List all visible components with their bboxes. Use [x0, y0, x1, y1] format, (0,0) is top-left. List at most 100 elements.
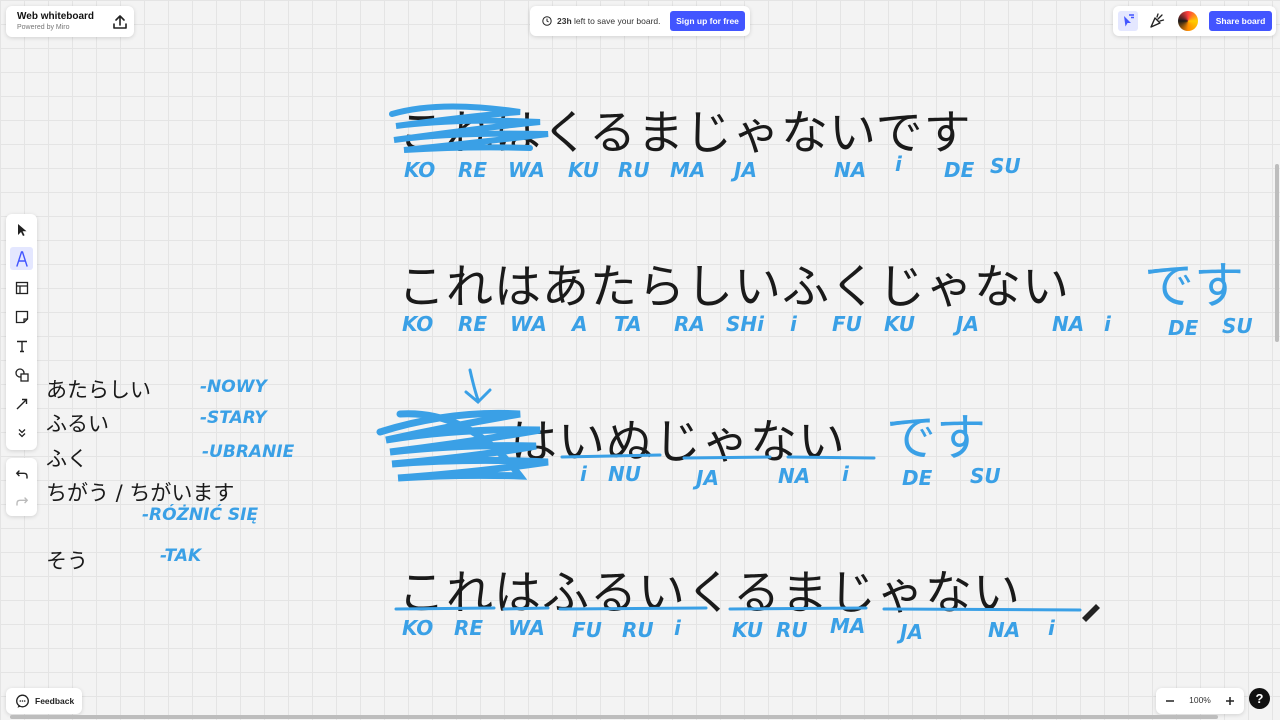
romaji-token: JA	[696, 466, 719, 490]
user-avatar[interactable]	[1178, 11, 1198, 31]
romaji-token: RU	[622, 618, 654, 642]
romaji-token: JA	[956, 312, 979, 336]
vocab-polish: -STARY	[200, 408, 267, 428]
party-popper-icon	[1150, 13, 1165, 28]
vocab-polish: -RÓŻNIĆ SIĘ	[142, 505, 259, 525]
board-info-panel: Web whiteboard Powered by Miro	[6, 6, 134, 37]
sticky-note-icon	[15, 310, 28, 323]
romaji-token: KU	[568, 158, 600, 182]
romaji-token: SHi	[726, 312, 764, 336]
romaji-token: TA	[614, 312, 642, 336]
zoom-level[interactable]: 100%	[1186, 695, 1214, 705]
romaji-token: i	[580, 462, 587, 486]
romaji-token: NA	[778, 464, 811, 488]
feedback-label: Feedback	[35, 696, 75, 706]
save-notice-message: left to save your board.	[574, 16, 661, 26]
zoom-in-icon[interactable]	[1224, 695, 1236, 707]
romaji-token: i	[790, 312, 797, 336]
redo-button[interactable]	[10, 489, 33, 512]
romaji-token: RE	[458, 158, 488, 182]
romaji-token: RE	[454, 616, 484, 640]
vocab-japanese: ふく	[46, 447, 88, 471]
undo-redo-panel	[6, 458, 37, 516]
vocab-japanese: あたらしい	[46, 378, 151, 402]
more-tools[interactable]	[10, 421, 33, 444]
pen-tool[interactable]	[10, 247, 33, 270]
sticky-note-tool[interactable]	[10, 305, 33, 328]
romaji-token: KO	[402, 616, 434, 640]
sentence-1-japanese: これはくるまじゃないです	[398, 106, 972, 161]
romaji-token: KU	[732, 618, 764, 642]
undo-button[interactable]	[10, 462, 33, 485]
left-toolbar	[6, 214, 37, 450]
romaji-token: i	[1104, 312, 1111, 336]
sentence-2-added-desu: です	[1144, 257, 1244, 315]
vocab-japanese: ちがう / ちがいます	[46, 481, 235, 505]
romaji-token: MA	[830, 614, 866, 638]
celebrate-button[interactable]	[1147, 11, 1167, 31]
clock-icon	[542, 16, 552, 26]
romaji-token: SU	[1222, 314, 1253, 338]
romaji-token: RA	[674, 312, 705, 336]
romaji-token: KO	[404, 158, 436, 182]
romaji-token: JA	[734, 158, 757, 182]
romaji-token: i	[674, 616, 681, 640]
vocab-polish: -TAK	[160, 546, 202, 566]
arrow-line-icon	[16, 398, 27, 409]
zoom-panel: 100%	[1156, 688, 1244, 714]
arrow-cursor-icon	[17, 223, 26, 236]
layout-icon	[15, 281, 28, 294]
vocab-japanese: そう	[46, 549, 88, 573]
romaji-token: RU	[618, 158, 650, 182]
romaji-token: RU	[776, 618, 808, 642]
vocab-polish: -NOWY	[200, 377, 267, 397]
zoom-out-icon[interactable]	[1164, 695, 1176, 707]
vertical-scrollbar[interactable]	[1275, 164, 1279, 342]
chevron-double-down-icon	[18, 428, 25, 437]
sentence-3-added-desu: です	[886, 409, 986, 467]
redo-icon	[15, 496, 28, 506]
top-right-panel: Share board	[1113, 6, 1276, 36]
shapes-icon	[14, 367, 29, 382]
romaji-token: DE	[902, 466, 933, 490]
vocab-japanese: ふるい	[46, 412, 109, 436]
romaji-token: DE	[1168, 316, 1199, 340]
romaji-token: i	[895, 152, 902, 176]
romaji-token: MA	[670, 158, 706, 182]
help-button[interactable]: ?	[1249, 688, 1270, 709]
feedback-button[interactable]: Feedback	[6, 688, 82, 714]
board-title[interactable]: Web whiteboard	[17, 11, 94, 22]
collaboration-pointer-button[interactable]	[1118, 11, 1138, 31]
upload-icon	[113, 15, 127, 29]
romaji-token: WA	[510, 312, 547, 336]
undo-icon	[15, 469, 28, 479]
romaji-token: JA	[900, 620, 923, 644]
text-tool[interactable]	[10, 334, 33, 357]
board-subtitle: Powered by Miro	[17, 24, 70, 31]
select-tool[interactable]	[10, 218, 33, 241]
romaji-token: DE	[944, 158, 975, 182]
chat-bubble-icon	[16, 694, 29, 708]
cursor-flag-icon	[1124, 14, 1134, 27]
sentence-4-japanese: これはふるいくるまじゃない	[398, 566, 1022, 621]
line-tool[interactable]	[10, 392, 33, 415]
export-button[interactable]	[110, 12, 130, 32]
vocab-polish: -UBRANIE	[202, 442, 295, 462]
romaji-token: RE	[458, 312, 488, 336]
pen-cursor-icon	[1082, 604, 1100, 622]
romaji-token: NU	[608, 462, 641, 486]
horizontal-scrollbar[interactable]	[10, 715, 1218, 719]
romaji-token: i	[842, 462, 849, 486]
romaji-token: WA	[508, 158, 545, 182]
sentence-3-japanese: はいぬじゃない	[510, 415, 846, 470]
romaji-token: NA	[1052, 312, 1085, 336]
text-icon	[16, 340, 27, 352]
romaji-token: FU	[572, 618, 602, 642]
signup-button[interactable]: Sign up for free	[670, 11, 745, 31]
template-tool[interactable]	[10, 276, 33, 299]
save-notice: 23h left to save your board. Sign up for…	[530, 6, 750, 36]
sentence-2-japanese: これはあたらしいふくじゃない	[398, 260, 1070, 315]
romaji-token: NA	[988, 618, 1021, 642]
shapes-tool[interactable]	[10, 363, 33, 386]
share-board-button[interactable]: Share board	[1209, 11, 1272, 31]
